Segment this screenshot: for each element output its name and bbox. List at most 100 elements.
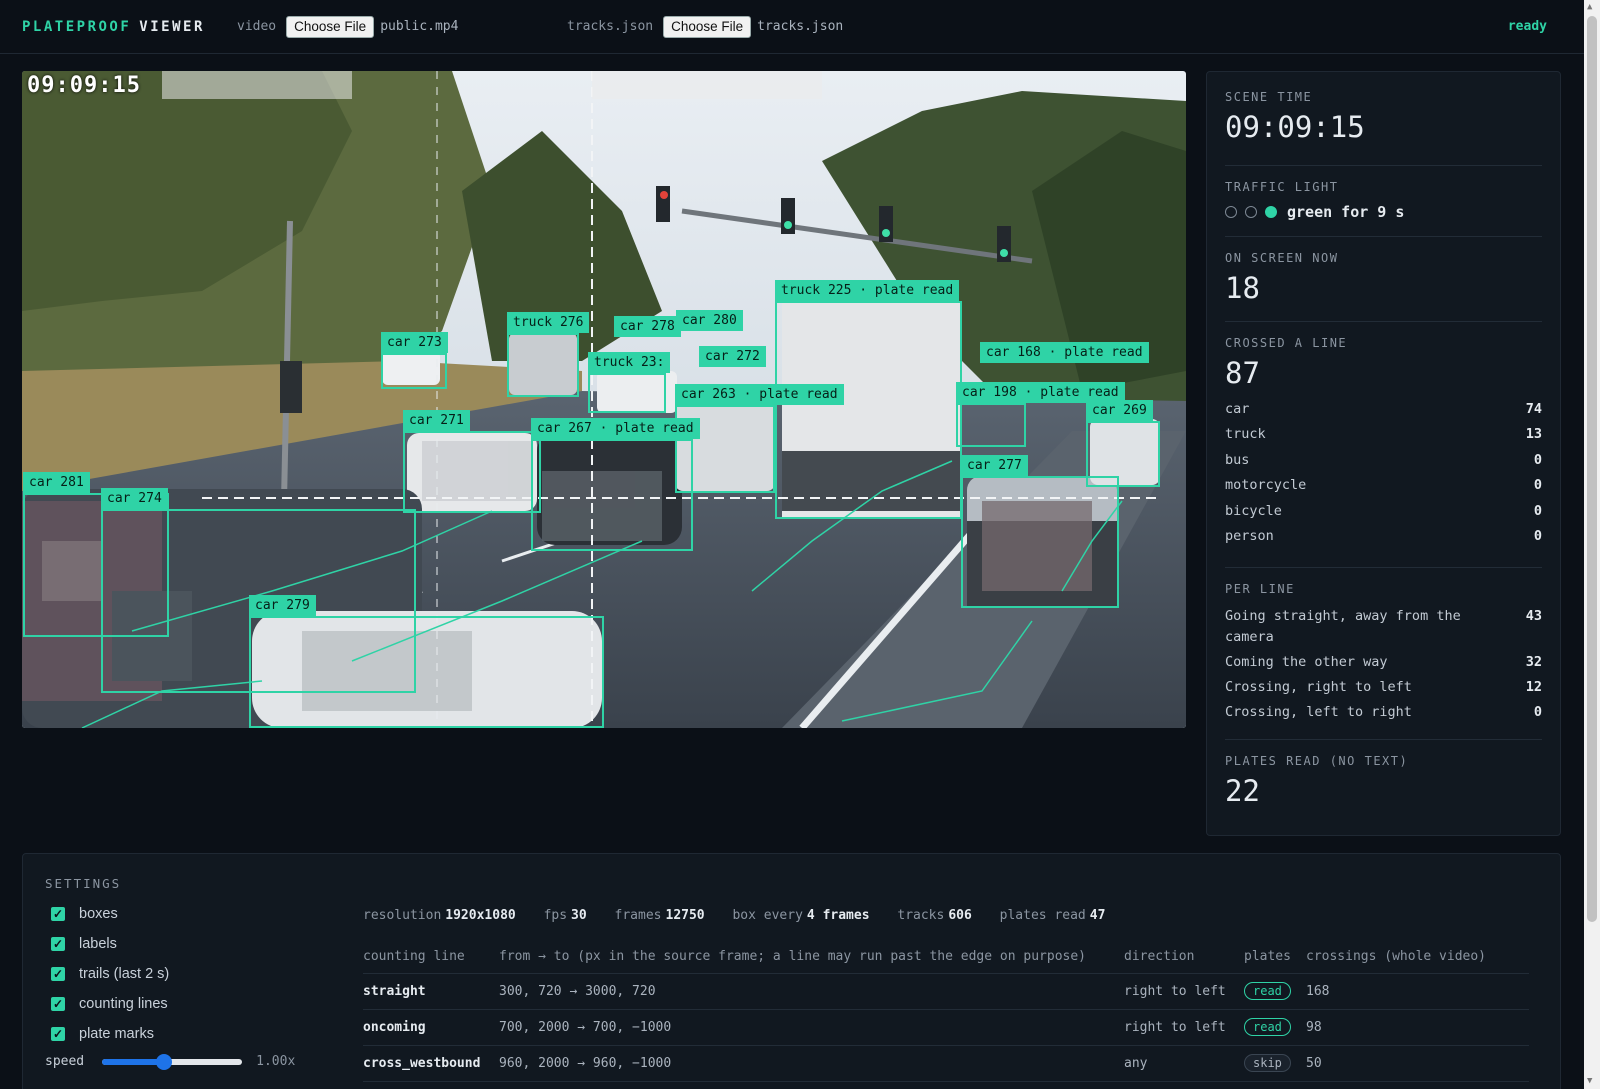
video-choose-file-button[interactable]: Choose File bbox=[286, 15, 375, 38]
detection-label: truck 276 bbox=[507, 312, 590, 333]
line-name-cell: cross_westbound bbox=[363, 1045, 499, 1082]
plates-read-badge[interactable]: read bbox=[1244, 1018, 1291, 1036]
class-count-row: car 74 bbox=[1225, 396, 1542, 422]
speed-slider-handle[interactable] bbox=[156, 1053, 173, 1070]
tracks-label: tracks.json bbox=[567, 19, 654, 34]
detection-label: car 272 bbox=[699, 346, 766, 367]
line-plates-cell: skip bbox=[1244, 1045, 1306, 1082]
check-icon[interactable]: ✓ bbox=[51, 907, 65, 921]
column-header: counting line bbox=[363, 941, 499, 974]
meta-tracks: 606 bbox=[948, 908, 972, 923]
line-direction-cell: any bbox=[1124, 1045, 1244, 1082]
per-line-label: PER LINE bbox=[1225, 582, 1295, 596]
checkbox-label: boxes bbox=[79, 906, 118, 922]
detection-label: truck 225 · plate read bbox=[775, 280, 960, 301]
tracks-choose-file-button[interactable]: Choose File bbox=[663, 15, 752, 38]
detection-box[interactable]: car 279 bbox=[249, 595, 604, 728]
video-metadata: resolution 1920x1080 fps 30 frames 12750 bo… bbox=[363, 908, 1125, 923]
video-player[interactable]: 09:09:15 car 273 truck 276 car 278 car 2… bbox=[22, 71, 1186, 728]
detection-label: car 168 · plate read bbox=[980, 342, 1149, 363]
line-name-cell: oncoming bbox=[363, 1009, 499, 1046]
detection-label: car 274 bbox=[101, 488, 168, 509]
scroll-up-icon[interactable]: ▲ bbox=[1587, 2, 1592, 12]
detection-box[interactable]: truck 276 bbox=[507, 312, 590, 397]
class-count: 0 bbox=[1533, 502, 1542, 519]
on-screen-value: 18 bbox=[1225, 271, 1260, 305]
meta-box-every: 4 frames bbox=[806, 908, 870, 923]
line-direction-cell: right to left bbox=[1124, 1009, 1244, 1046]
class-count: 0 bbox=[1533, 528, 1542, 545]
line-name: Coming the other way bbox=[1225, 654, 1388, 670]
plates-value: 22 bbox=[1225, 774, 1260, 808]
line-name: Crossing, left to right bbox=[1225, 704, 1412, 720]
yellow-lamp-icon bbox=[1245, 206, 1257, 218]
detection-box[interactable]: car 168 · plate read bbox=[980, 342, 1149, 377]
table-row: cross_westbound 960, 2000 → 960, −1000 a… bbox=[363, 1045, 1529, 1082]
column-header: crossings (whole video) bbox=[1306, 941, 1529, 974]
green-lamp-icon bbox=[1265, 206, 1277, 218]
checkbox-counting-lines[interactable]: ✓ counting lines bbox=[51, 996, 168, 1012]
traffic-light-label: TRAFFIC LIGHT bbox=[1225, 180, 1339, 194]
line-crossings-cell: 98 bbox=[1306, 1009, 1529, 1046]
plates-read-badge[interactable]: read bbox=[1244, 982, 1291, 1000]
check-icon[interactable]: ✓ bbox=[51, 997, 65, 1011]
column-header: direction bbox=[1124, 941, 1244, 974]
line-plates-cell: read bbox=[1244, 1009, 1306, 1046]
detection-box[interactable]: car 280 bbox=[676, 310, 743, 345]
stats-panel: SCENE TIME 09:09:15 TRAFFIC LIGHT green … bbox=[1206, 71, 1561, 836]
detection-label: car 273 bbox=[381, 332, 448, 353]
meta-plates-label: plates read bbox=[999, 908, 1086, 923]
status-indicator: ready bbox=[1507, 19, 1547, 34]
page-scrollbar[interactable]: ▲ ▼ bbox=[1584, 0, 1600, 1089]
crossed-label: CROSSED A LINE bbox=[1225, 336, 1348, 350]
per-line-section: PER LINE Going straight, away from the c… bbox=[1225, 568, 1542, 740]
line-count: 12 bbox=[1525, 679, 1542, 695]
line-plates-cell: read bbox=[1244, 973, 1306, 1010]
scene-time-section: SCENE TIME 09:09:15 bbox=[1225, 90, 1542, 166]
detection-box[interactable]: car 278 bbox=[614, 316, 681, 351]
detection-label: car 281 bbox=[23, 472, 90, 493]
counting-lines-table: counting line from → to (px in the sourc… bbox=[363, 941, 1529, 1082]
speed-control: speed 1.00x bbox=[45, 1053, 295, 1070]
checkbox-label: plate marks bbox=[79, 1026, 154, 1042]
line-count: 0 bbox=[1533, 704, 1542, 720]
brand-part2: VIEWER bbox=[139, 18, 205, 35]
plates-skip-badge[interactable]: skip bbox=[1244, 1054, 1291, 1072]
settings-panel: SETTINGS ✓ boxes ✓ labels ✓ trails (last 2 … bbox=[22, 853, 1561, 1089]
detection-box[interactable]: truck 23: bbox=[588, 352, 671, 413]
class-count-row: truck 13 bbox=[1225, 422, 1542, 448]
speed-slider[interactable] bbox=[102, 1053, 243, 1070]
detection-box[interactable]: car 267 · plate read bbox=[531, 418, 700, 551]
detection-box[interactable]: car 273 bbox=[381, 332, 448, 389]
checkbox-trails[interactable]: ✓ trails (last 2 s) bbox=[51, 966, 169, 982]
brand-part1: PLATEPROOF bbox=[22, 18, 132, 35]
checkbox-plate-marks[interactable]: ✓ plate marks bbox=[51, 1026, 154, 1042]
traffic-light-text: green for 9 s bbox=[1287, 203, 1405, 221]
plates-section: PLATES READ (NO TEXT) 22 bbox=[1225, 740, 1542, 808]
detection-box[interactable]: car 272 bbox=[699, 346, 766, 381]
checkbox-boxes[interactable]: ✓ boxes bbox=[51, 906, 118, 922]
meta-box-every-label: box every bbox=[732, 908, 803, 923]
meta-frames-label: frames bbox=[614, 908, 662, 923]
detection-box[interactable]: truck 225 · plate read bbox=[775, 280, 962, 519]
app-brand: PLATEPROOF VIEWER bbox=[22, 19, 205, 35]
detection-label: car 279 bbox=[249, 595, 316, 616]
scroll-down-icon[interactable]: ▼ bbox=[1587, 1076, 1592, 1086]
detection-box[interactable]: car 198 · plate read bbox=[956, 382, 1125, 447]
class-name: bicycle bbox=[1225, 502, 1282, 519]
detection-box[interactable]: car 271 bbox=[403, 410, 541, 513]
per-line-row: Going straight, away from the camera 43 bbox=[1225, 606, 1542, 648]
checkbox-label: labels bbox=[79, 936, 117, 952]
check-icon[interactable]: ✓ bbox=[51, 937, 65, 951]
scrollbar-thumb[interactable] bbox=[1587, 16, 1597, 922]
table-row: straight 300, 720 → 3000, 720 right to l… bbox=[363, 973, 1529, 1010]
check-icon[interactable]: ✓ bbox=[51, 1027, 65, 1041]
checkbox-labels[interactable]: ✓ labels bbox=[51, 936, 117, 952]
class-count-row: person 0 bbox=[1225, 524, 1542, 550]
video-label: video bbox=[237, 19, 277, 34]
column-header: plates bbox=[1244, 941, 1306, 974]
check-icon[interactable]: ✓ bbox=[51, 967, 65, 981]
detection-box[interactable]: car 277 bbox=[961, 455, 1119, 608]
video-file-name: public.mp4 bbox=[380, 19, 459, 34]
detection-label: car 277 bbox=[961, 455, 1028, 476]
